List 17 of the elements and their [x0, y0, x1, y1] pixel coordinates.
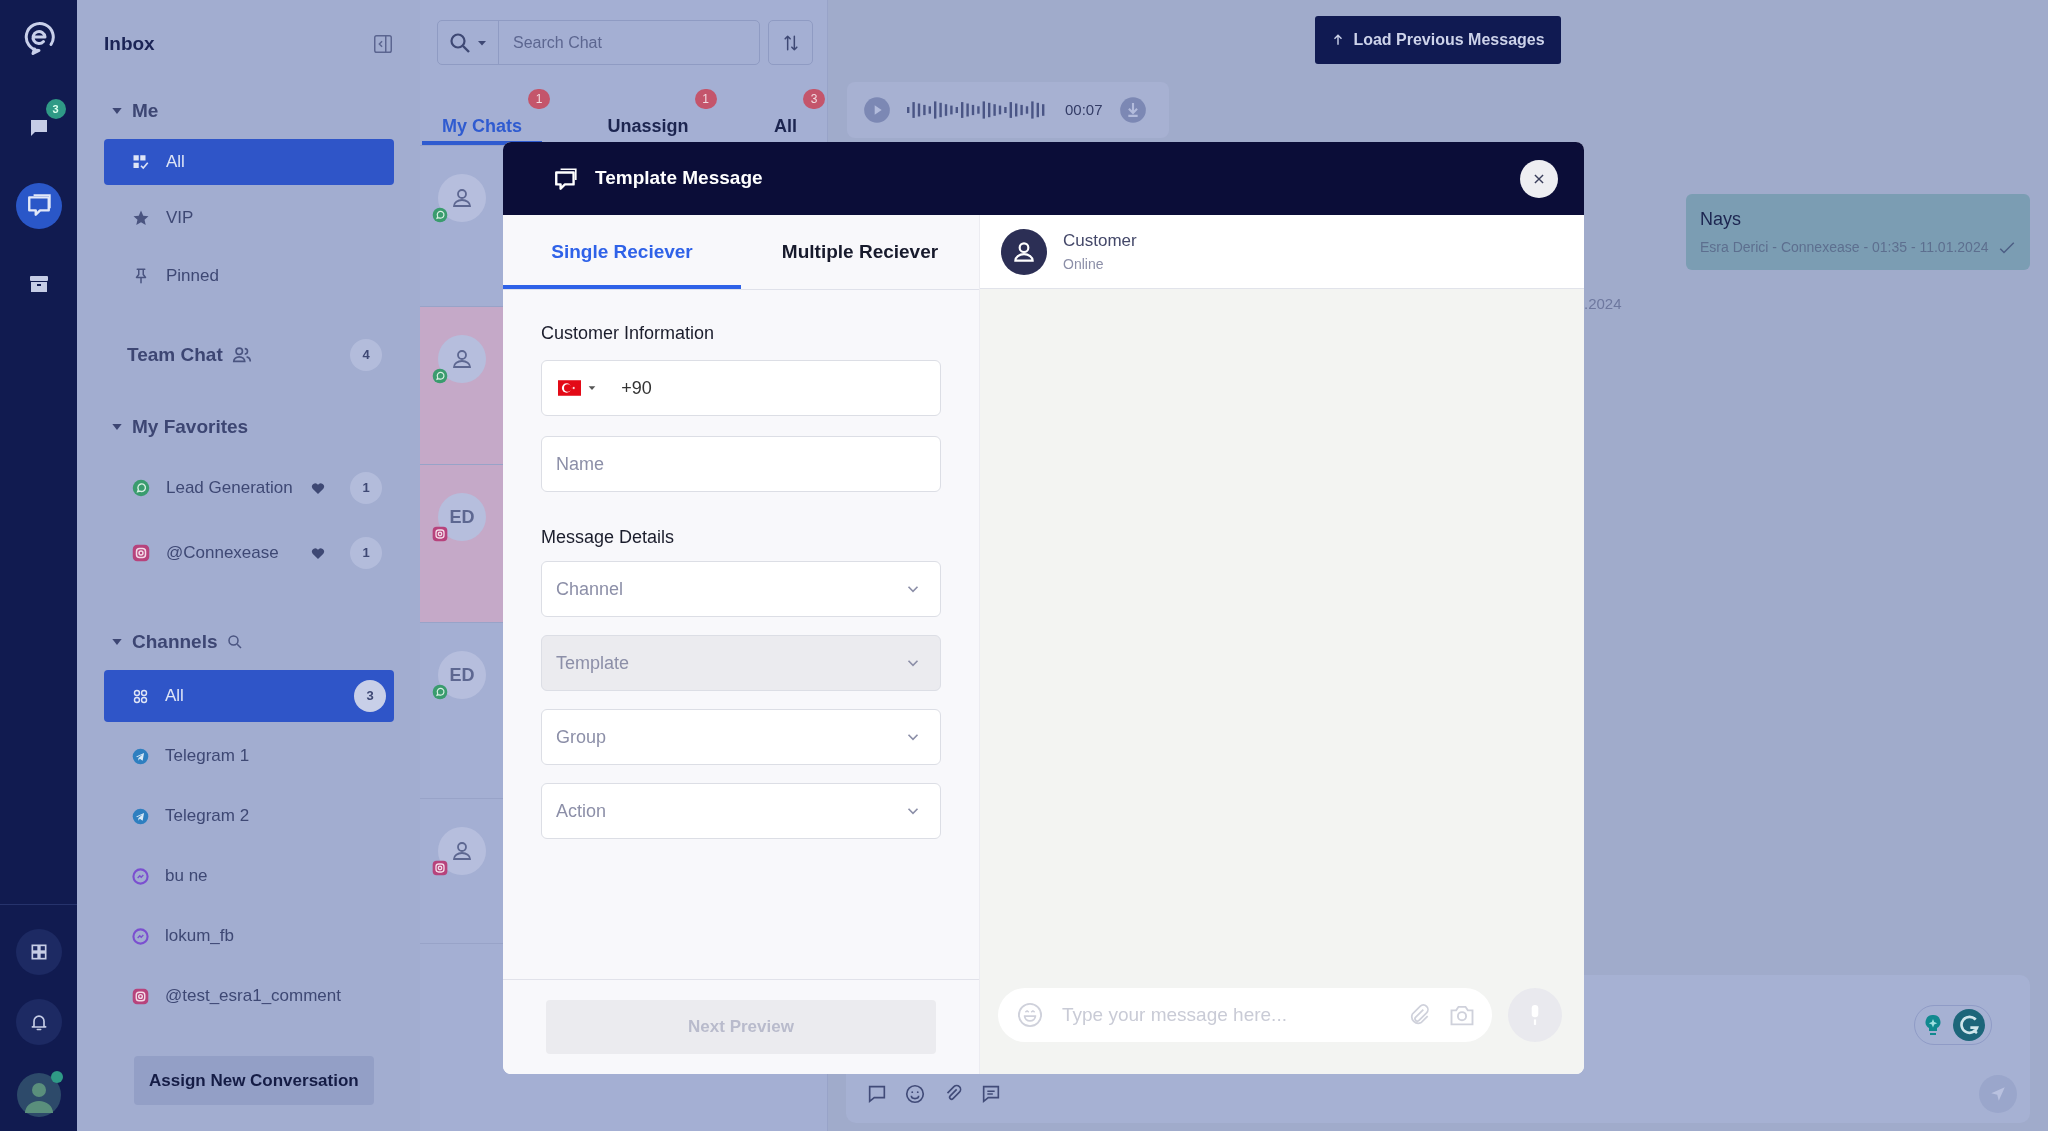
count-badge: 1 [350, 472, 382, 504]
count-badge: 3 [45, 99, 66, 119]
team-chat-label: Team Chat [127, 342, 223, 367]
message-text: Nays [1700, 208, 1742, 231]
section-heading: Message Details [541, 526, 676, 549]
count-badge: 1 [694, 89, 717, 109]
count-badge: 4 [350, 339, 382, 371]
customer-name: Customer [1063, 230, 1137, 253]
count-badge: 3 [354, 680, 386, 712]
audio-duration: 00:07 [1065, 99, 1103, 120]
customer-status: Online [1063, 254, 1105, 274]
count-badge: 3 [803, 89, 825, 109]
count-badge: 1 [350, 537, 382, 569]
inbox-title: Inbox [104, 32, 155, 56]
count-badge: 1 [528, 89, 550, 109]
section-heading: Customer Information [541, 322, 716, 345]
dialog-title: Template Message [595, 166, 763, 191]
